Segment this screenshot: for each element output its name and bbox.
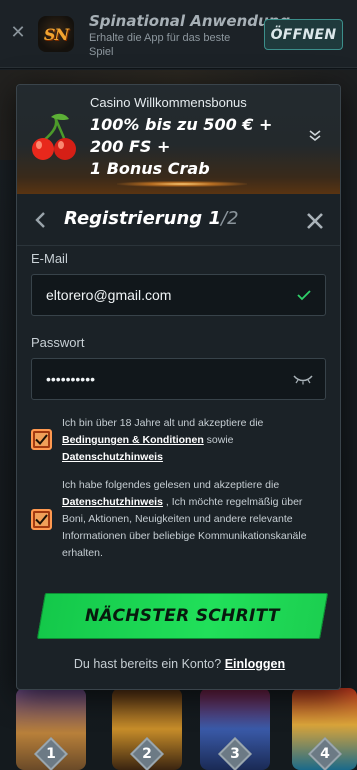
email-input[interactable]	[46, 275, 286, 315]
terms-link[interactable]: Bedingungen & Konditionen	[62, 434, 204, 446]
game-tile[interactable]: 1	[16, 688, 86, 770]
bonus-kicker: Casino Willkommensbonus	[90, 95, 247, 110]
privacy-link[interactable]: Datenschutzhinweis	[62, 451, 163, 463]
checkmark-icon	[35, 434, 48, 445]
eye-closed-icon[interactable]	[293, 373, 313, 385]
email-label: E-Mail	[31, 251, 68, 266]
welcome-bonus-header[interactable]: Casino Willkommensbonus 100% bis zu 500 …	[17, 85, 340, 194]
app-tagline: Erhalte die App für das beste Spiel	[89, 32, 231, 58]
game-tile[interactable]: 4	[292, 688, 357, 770]
game-tile[interactable]: 2	[112, 688, 182, 770]
app-name: Spinational Anwendung	[89, 12, 291, 30]
registration-modal: Casino Willkommensbonus 100% bis zu 500 …	[16, 84, 341, 690]
marketing-consent: Ich habe folgendes gelesen und akzeptier…	[31, 477, 326, 567]
game-tile[interactable]: 3	[200, 688, 270, 770]
app-install-banner: ✕ SN Spinational Anwendung Erhalte die A…	[0, 0, 357, 68]
next-step-label: NÄCHSTER SCHRITT	[85, 606, 280, 626]
chevron-down-icon[interactable]	[306, 127, 324, 145]
bonus-glow	[117, 181, 247, 187]
rank-badge: 3	[218, 737, 252, 770]
open-app-button[interactable]: ÖFFNEN	[264, 19, 343, 50]
privacy-link[interactable]: Datenschutzhinweis	[62, 496, 163, 508]
next-step-button[interactable]: NÄCHSTER SCHRITT	[36, 593, 329, 639]
marketing-text: Ich habe folgendes gelesen und akzeptier…	[62, 479, 307, 559]
rank-badge: 4	[307, 737, 342, 770]
checkmark-icon	[297, 290, 311, 301]
password-field[interactable]	[31, 358, 326, 400]
page-title: Registrierung 1/2	[64, 208, 239, 229]
app-logo: SN	[38, 16, 74, 52]
step-total: /2	[221, 208, 239, 229]
terms-consent: Ich bin über 18 Jahre alt und akzeptiere…	[31, 415, 326, 465]
marketing-checkbox[interactable]	[31, 509, 52, 530]
email-field[interactable]	[31, 274, 326, 316]
login-prompt: Du hast bereits ein Konto? Einloggen	[73, 657, 286, 671]
rank-badge: 1	[34, 737, 68, 770]
password-label: Passwort	[31, 335, 85, 350]
rank-badge: 2	[130, 737, 164, 770]
password-input[interactable]	[46, 359, 286, 399]
registration-header: Registrierung 1/2	[17, 194, 340, 246]
checkmark-icon	[35, 514, 48, 525]
login-link[interactable]: Einloggen	[225, 657, 285, 671]
cherry-icon	[32, 113, 76, 160]
close-icon[interactable]: ✕	[10, 24, 26, 42]
chevron-left-icon[interactable]	[33, 211, 49, 229]
step-current: 1	[208, 208, 222, 229]
terms-text: Ich bin über 18 Jahre alt und akzeptiere…	[62, 417, 264, 463]
bonus-title: 100% bis zu 500 € + 200 FS + 1 Bonus Cra…	[90, 115, 273, 178]
close-icon[interactable]	[306, 212, 324, 230]
terms-checkbox[interactable]	[31, 429, 52, 450]
